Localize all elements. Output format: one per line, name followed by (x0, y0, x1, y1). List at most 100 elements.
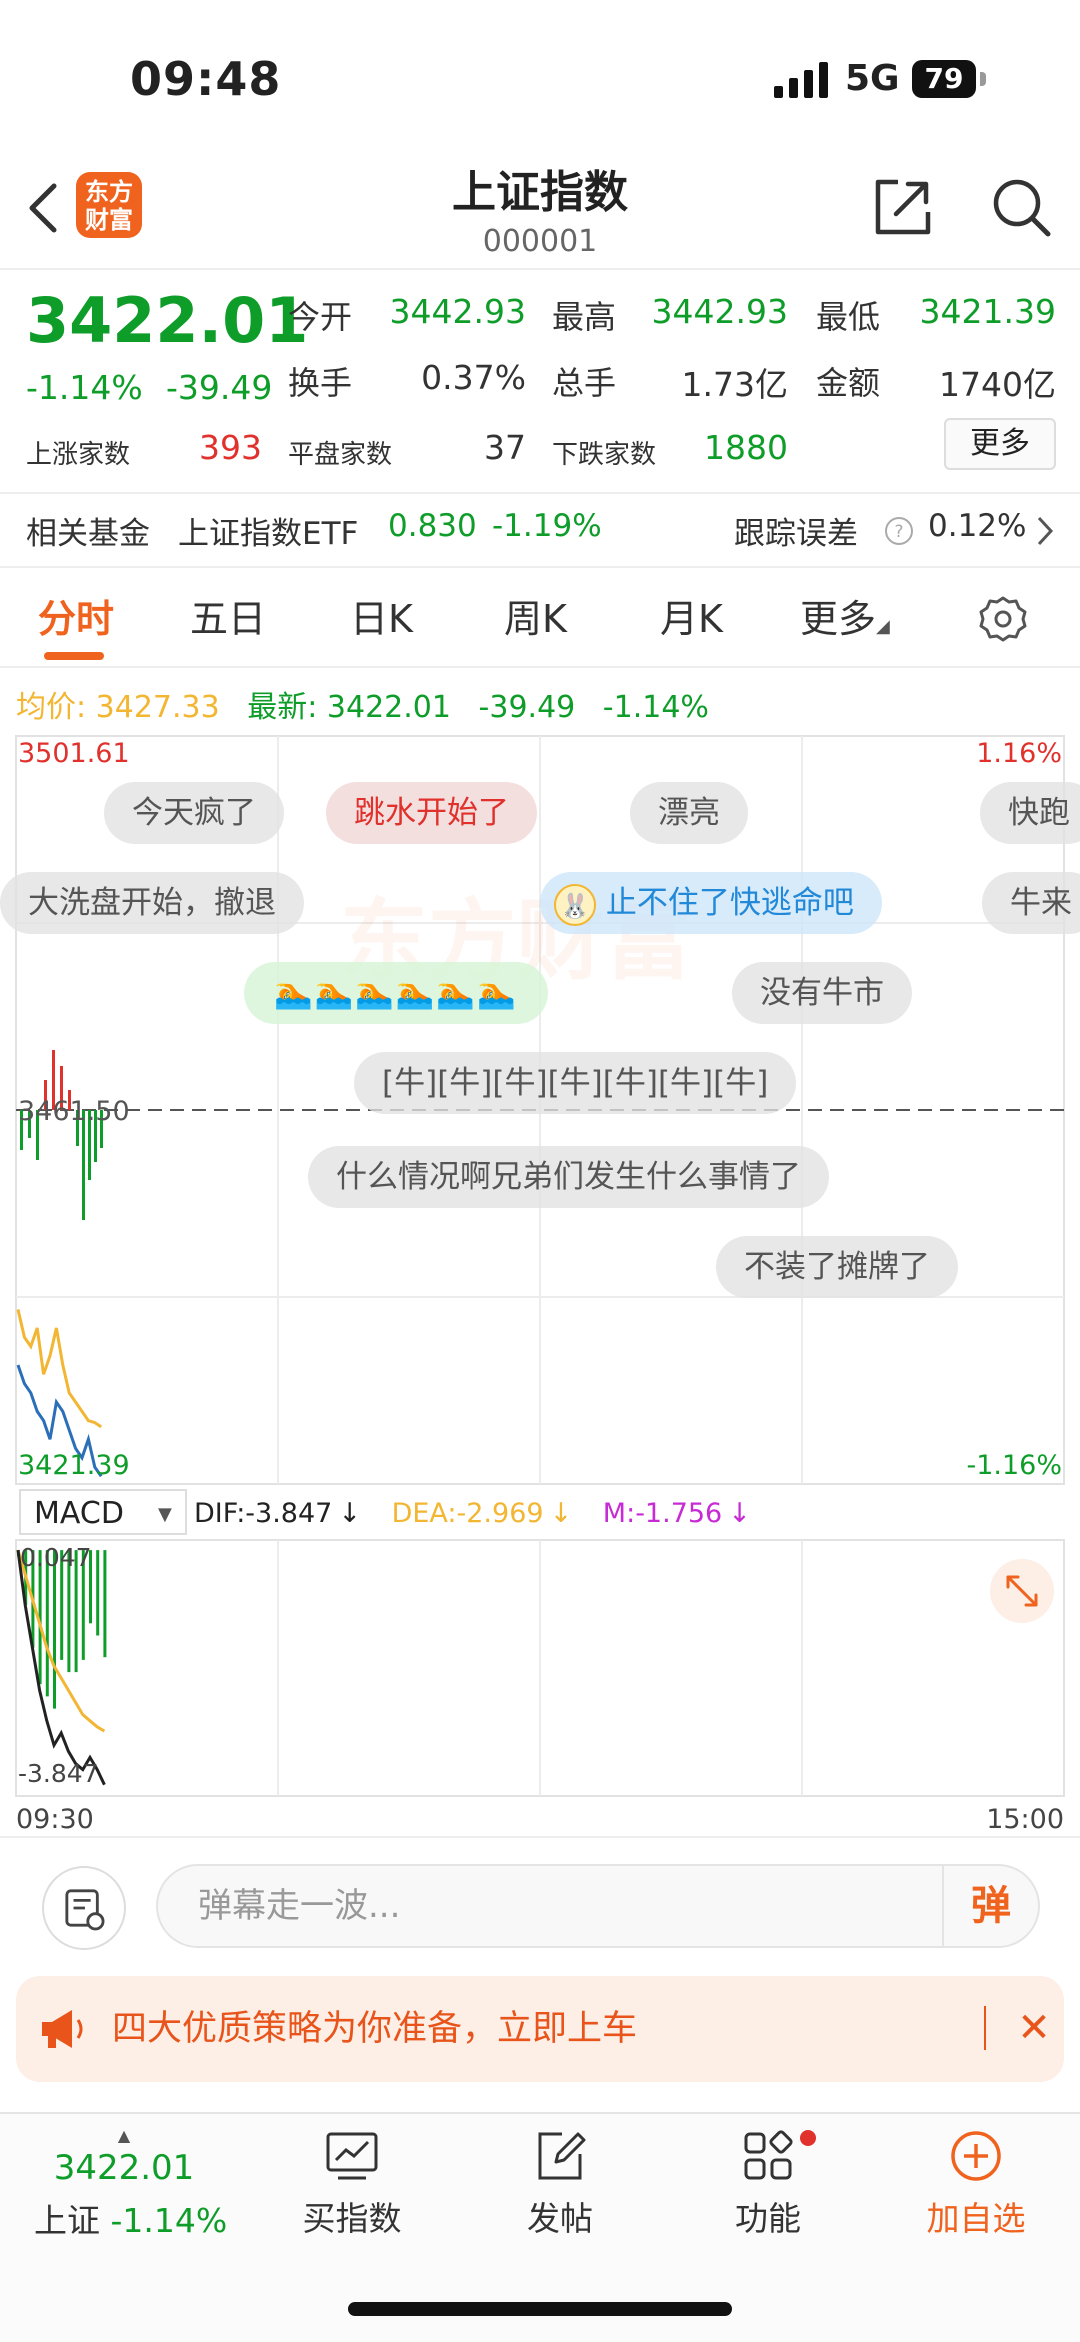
tab-five-day[interactable]: 五日 (190, 588, 266, 643)
dropdown-icon: ▼ (158, 1504, 172, 1525)
macd-label: MACD (34, 1496, 124, 1531)
input-divider (0, 1836, 1080, 1838)
nav-index-quote[interactable]: ▲ 3422.01 上证 -1.14% (34, 2126, 227, 2242)
chart-trend-icon (326, 2132, 378, 2180)
down-count: 1880 (704, 428, 788, 467)
axis-top-pct: 1.16% (976, 738, 1062, 769)
fund-name: 上证指数ETF (178, 516, 359, 552)
battery-tip (980, 72, 986, 86)
danmu-item[interactable]: 牛来 (982, 872, 1080, 934)
home-indicator (348, 2302, 732, 2316)
related-fund-row[interactable]: 相关基金 上证指数ETF 0.830 -1.19% 跟踪误差 ? 0.12% (0, 494, 1080, 564)
danmu-item[interactable]: 快跑 (980, 782, 1080, 844)
tracking-error-value: 0.12% (928, 508, 1027, 544)
help-icon[interactable]: ? (884, 516, 914, 546)
search-icon[interactable] (990, 176, 1052, 238)
avg-value: 3427.33 (95, 690, 220, 725)
danmu-input[interactable] (198, 1866, 938, 1946)
send-label: 弹 (971, 1883, 1011, 1929)
dif-label: DIF: (194, 1498, 245, 1529)
m-value: -1.756 (635, 1498, 722, 1529)
price-legend: 均价: 3427.33 最新: 3422.01 -39.49 -1.14% (16, 682, 709, 726)
low-value: 3421.39 (919, 292, 1056, 331)
amount-value: 1740亿 (939, 365, 1056, 404)
macd-bar (45, 1550, 49, 1697)
nav-index-name: 上证 (34, 2201, 100, 2240)
nav-functions-label: 功能 (735, 2199, 801, 2238)
related-fund-label: 相关基金 (26, 516, 150, 552)
dea-label: DEA: (392, 1498, 457, 1529)
nav-buy-index-label: 买指数 (302, 2199, 402, 2238)
flat-count: 37 (484, 428, 526, 467)
promo-text: 四大优质策略为你准备，立即上车 (112, 2009, 638, 2049)
macd-top-label: 0.047 (20, 1543, 92, 1572)
danmu-send-button[interactable]: 弹 (942, 1866, 1038, 1946)
latest-change: -39.49 (478, 690, 576, 725)
caret-icon: ◢ (876, 616, 890, 637)
danmu-item[interactable]: 今天疯了 (104, 782, 284, 844)
danmu-item[interactable]: 跳水开始了 (326, 782, 537, 844)
more-button[interactable]: 更多 (944, 418, 1056, 470)
danmu-item[interactable]: 🏊🏊🏊🏊🏊🏊 (244, 962, 548, 1024)
promo-separator (984, 2006, 986, 2050)
tab-more-label: 更多 (800, 597, 877, 641)
danmu-item[interactable]: 漂亮 (630, 782, 748, 844)
macd-bar (96, 1550, 100, 1636)
nav-post-label: 发帖 (527, 2199, 593, 2238)
low-label: 最低 (816, 298, 881, 336)
nav-index-row: 上证 -1.14% (34, 2194, 227, 2242)
nav-functions[interactable]: 功能 (678, 2128, 858, 2240)
danmu-item[interactable]: 什么情况啊兄弟们发生什么事情了 (308, 1146, 829, 1208)
status-time: 09:48 (130, 52, 282, 106)
active-tab-indicator (44, 652, 104, 660)
danmu-item[interactable]: 没有牛市 (732, 962, 912, 1024)
axis-bottom-pct: -1.16% (966, 1450, 1062, 1481)
axis-bottom-price: 3421.39 (18, 1450, 130, 1481)
danmu-item[interactable]: 不装了摊牌了 (716, 1236, 958, 1298)
avg-label: 均价: (16, 690, 87, 725)
promo-banner[interactable]: 四大优质策略为你准备，立即上车 ✕ (16, 1976, 1064, 2082)
nav-post[interactable]: 发帖 (470, 2128, 650, 2240)
danmu-settings-icon[interactable] (42, 1866, 126, 1950)
axis-mid-price: 3461.50 (18, 1096, 130, 1127)
latest-label: 最新: (247, 690, 318, 725)
up-arrow-icon: ▲ (117, 2126, 131, 2145)
nav-add-favorite[interactable]: 加自选 (886, 2128, 1066, 2240)
tab-more[interactable]: 更多◢ (800, 588, 890, 643)
danmu-item[interactable]: 🐰 止不住了快逃命吧 (540, 872, 882, 934)
tab-intraday[interactable]: 分时 (38, 588, 114, 643)
tab-monthly-k[interactable]: 月K (660, 588, 723, 643)
up-count: 393 (199, 428, 262, 467)
share-icon[interactable] (872, 176, 934, 238)
open-label: 今开 (288, 298, 353, 336)
svg-text:?: ? (894, 522, 903, 542)
change-value: -39.49 (166, 368, 273, 407)
danmu-item[interactable]: 大洗盘开始，撤退 (0, 872, 304, 934)
tab-daily-k[interactable]: 日K (350, 588, 413, 643)
down-count-label: 下跌家数 (552, 440, 657, 470)
nav-buy-index[interactable]: 买指数 (262, 2128, 442, 2240)
x-axis-end: 15:00 (986, 1804, 1064, 1830)
current-price: 3422.01 (26, 284, 309, 357)
network-type: 5G (845, 58, 900, 99)
nav-index-pct: -1.14% (110, 2201, 228, 2240)
m-label: M: (603, 1498, 635, 1529)
expand-button[interactable] (990, 1559, 1054, 1623)
edit-icon (538, 2132, 586, 2180)
turnover-value: 0.37% (421, 358, 526, 397)
header-divider (0, 268, 1080, 270)
open-value: 3442.93 (389, 292, 526, 331)
tracking-error-label: 跟踪误差 (734, 516, 858, 552)
danmu-item[interactable]: [牛][牛][牛][牛][牛][牛][牛] (354, 1052, 797, 1114)
settings-gear-icon[interactable] (978, 594, 1028, 644)
grid-apps-icon (744, 2130, 793, 2180)
add-circle-icon (951, 2131, 1001, 2181)
chevron-right-icon (1037, 516, 1054, 546)
dea-arrow: ↓ (550, 1498, 573, 1529)
close-icon[interactable]: ✕ (1006, 2000, 1062, 2056)
x-axis-start: 09:30 (16, 1804, 94, 1830)
change-percent: -1.14% (26, 368, 143, 407)
tab-weekly-k[interactable]: 周K (504, 588, 567, 643)
dea-value: -2.969 (457, 1498, 544, 1529)
notification-dot (800, 2130, 816, 2146)
